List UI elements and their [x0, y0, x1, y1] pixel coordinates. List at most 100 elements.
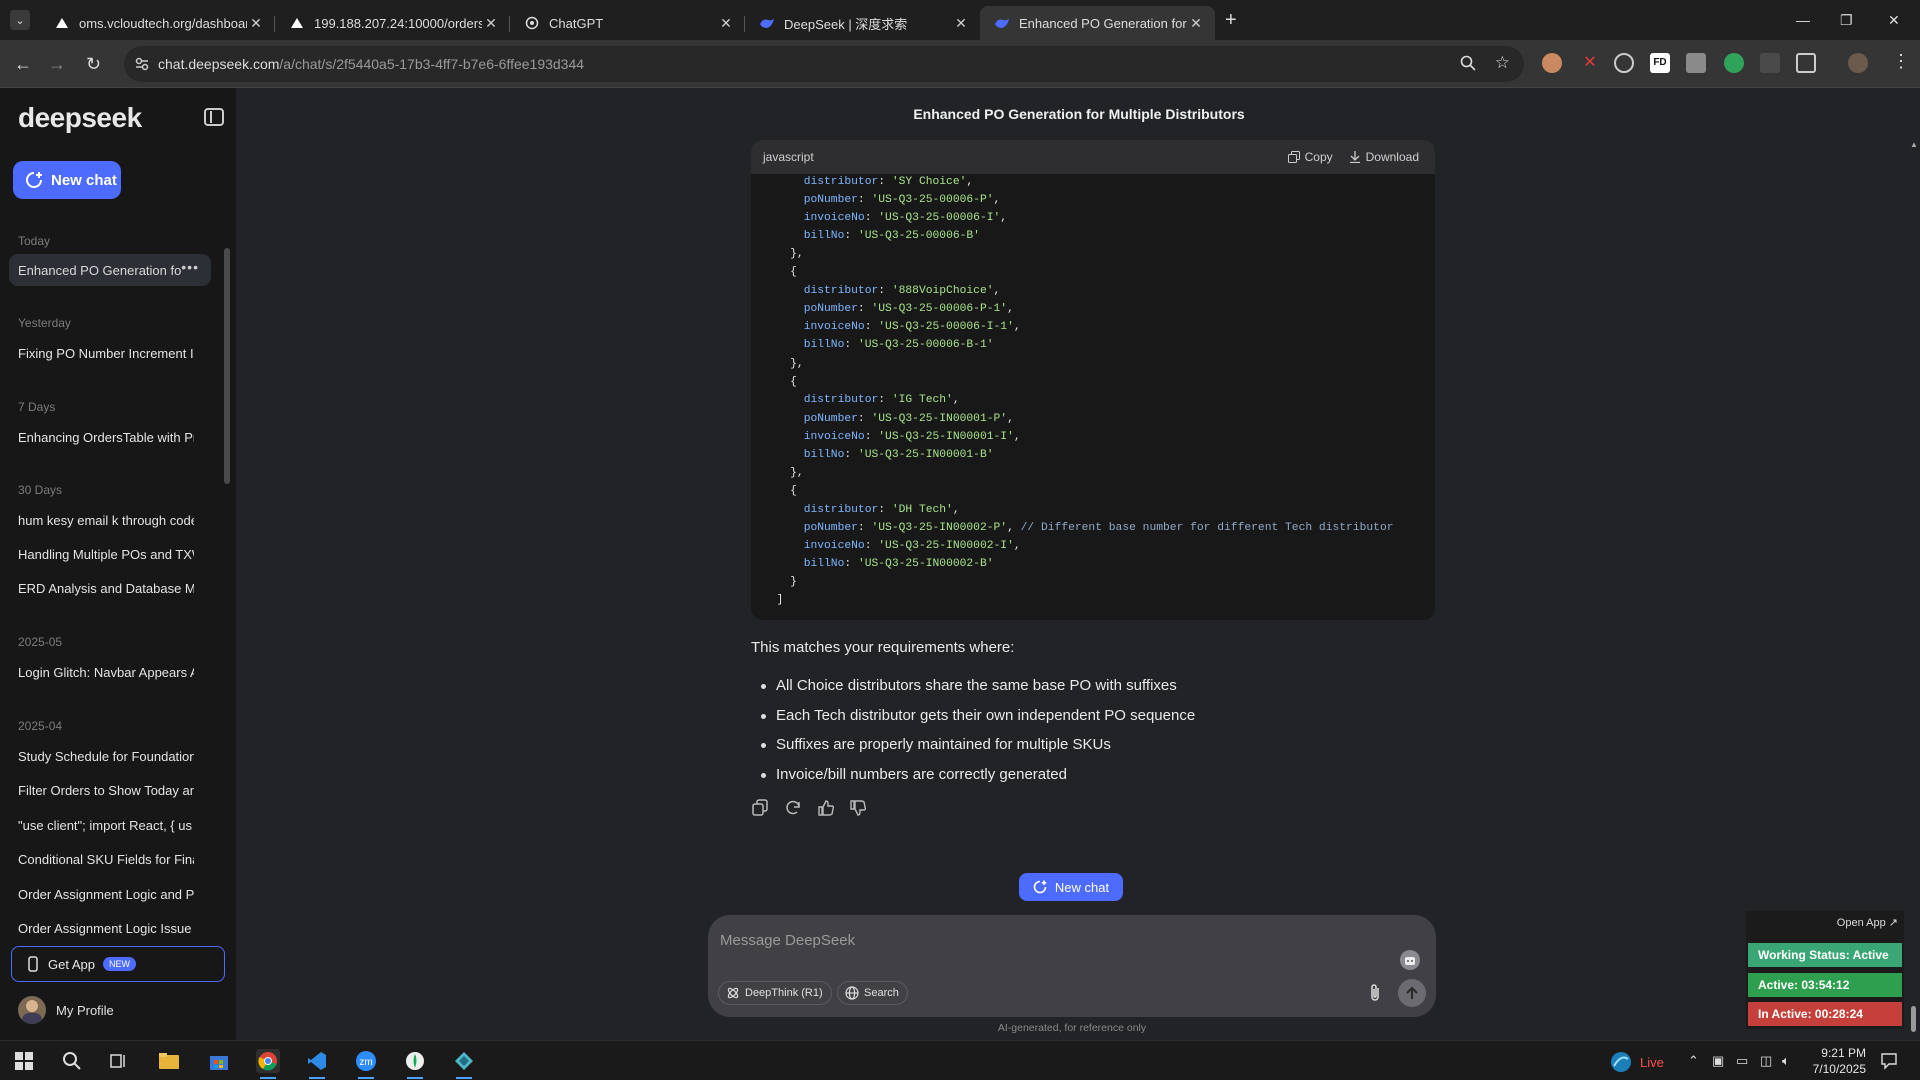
robot-icon[interactable]	[1400, 950, 1420, 970]
notification-center-icon[interactable]	[1880, 1052, 1898, 1070]
history-item[interactable]: Enhancing OrdersTable with Prof	[18, 430, 194, 445]
tab-search-button[interactable]: ⌄	[10, 10, 30, 30]
code-line: },	[763, 358, 804, 370]
deepseek-whale-icon	[994, 15, 1010, 31]
green-extension-icon[interactable]	[1724, 53, 1744, 73]
system-clock[interactable]: 9:21 PM 7/10/2025	[1802, 1045, 1866, 1077]
new-chat-floating-button[interactable]: New chat	[1019, 873, 1123, 901]
network-tray-icon[interactable]: ◫	[1760, 1053, 1772, 1069]
sidebar-scrollbar[interactable]	[224, 248, 230, 484]
browser-menu-icon[interactable]: ⋮	[1892, 51, 1910, 72]
history-item[interactable]: "use client"; import React, { us	[18, 818, 194, 833]
show-hidden-icons-icon[interactable]: ⌃	[1688, 1053, 1699, 1069]
code-line: }	[763, 576, 797, 588]
chat-scrollbar[interactable]: ▲	[1908, 140, 1918, 1040]
history-item[interactable]: hum kesy email k through code	[18, 513, 194, 528]
mongodb-compass-icon[interactable]	[403, 1049, 427, 1079]
history-item[interactable]: ERD Analysis and Database Mod	[18, 581, 194, 596]
message-input[interactable]	[720, 925, 1360, 955]
send-button[interactable]	[1398, 979, 1426, 1007]
search-icon[interactable]	[60, 1049, 84, 1073]
code-block-header: javascript Copy Download	[751, 140, 1435, 174]
restore-button[interactable]: ❐	[1840, 0, 1853, 40]
browser-tab[interactable]: DeepSeek | 深度求索 ✕	[745, 6, 980, 40]
extension-close-icon[interactable]: ✕	[1580, 53, 1600, 73]
copy-response-icon[interactable]	[751, 799, 769, 817]
chrome-icon[interactable]	[256, 1049, 280, 1079]
close-tab-icon[interactable]: ✕	[1187, 15, 1205, 32]
answer-bullet: Invoice/bill numbers are correctly gener…	[761, 766, 1067, 783]
minimize-button[interactable]: —	[1796, 0, 1810, 40]
thumbs-up-icon[interactable]	[817, 799, 835, 817]
code-line: distributor: 'IG Tech',	[803, 394, 960, 406]
new-chat-button[interactable]: New chat	[13, 161, 121, 199]
extension-icon[interactable]	[1542, 53, 1562, 73]
history-item[interactable]: Login Glitch: Navbar Appears Ab	[18, 665, 194, 680]
search-toggle[interactable]: Search	[837, 981, 908, 1005]
fd-extension-icon[interactable]: FD	[1650, 53, 1670, 73]
close-tab-icon[interactable]: ✕	[952, 15, 970, 32]
history-item[interactable]: Order Assignment Logic Issue w	[18, 921, 194, 936]
forward-arrow-icon[interactable]: →	[48, 54, 66, 75]
code-line: billNo: 'US-Q3-25-IN00002-B'	[803, 558, 994, 570]
deepthink-icon	[726, 986, 740, 1000]
live-weather-widget[interactable]: Live	[1610, 1051, 1664, 1073]
open-app-link[interactable]: Open App ↗	[1837, 916, 1898, 929]
battery-tray-icon[interactable]: ▭	[1736, 1053, 1748, 1069]
url-path: /a/chat/s/2f5440a5-17b3-4ff7-b7e6-6ffee1…	[279, 56, 585, 72]
image-extension-icon[interactable]	[1686, 53, 1706, 73]
file-explorer-icon[interactable]	[157, 1049, 181, 1073]
cast-extension-icon[interactable]	[1760, 53, 1780, 73]
close-window-button[interactable]: ✕	[1888, 0, 1900, 40]
windows-start-icon[interactable]	[12, 1049, 36, 1073]
security-tray-icon[interactable]: ▣	[1712, 1053, 1724, 1069]
volume-tray-icon[interactable]: 🔈︎	[1782, 1053, 1790, 1069]
browser-tab[interactable]: 199.188.207.24:10000/orders/6 ✕	[275, 6, 510, 40]
new-tab-button[interactable]: +	[1225, 9, 1237, 32]
thumbs-down-icon[interactable]	[849, 799, 867, 817]
zoom-app-icon[interactable]: zm	[354, 1049, 378, 1079]
live-icon	[1610, 1051, 1632, 1073]
browser-tab-active[interactable]: Enhanced PO Generation for M ✕	[980, 6, 1215, 40]
download-code-button[interactable]: Download	[1349, 150, 1419, 164]
profile-avatar[interactable]	[1848, 53, 1868, 73]
attach-file-icon[interactable]	[1368, 983, 1382, 1003]
collapse-sidebar-icon[interactable]	[204, 108, 224, 126]
history-item-active[interactable]: Enhanced PO Generation fo •••	[9, 254, 211, 286]
bookmark-star-icon[interactable]: ☆	[1495, 53, 1510, 73]
app-diamond-icon[interactable]	[452, 1049, 476, 1079]
microsoft-store-icon[interactable]	[207, 1049, 231, 1073]
close-tab-icon[interactable]: ✕	[717, 15, 735, 32]
deepseek-logo: deepseek	[18, 102, 142, 133]
browser-tab[interactable]: ChatGPT ✕	[510, 6, 745, 40]
extensions-puzzle-icon[interactable]	[1796, 53, 1816, 73]
code-line: },	[763, 467, 804, 479]
get-app-button[interactable]: Get App NEW	[11, 946, 225, 982]
close-tab-icon[interactable]: ✕	[482, 15, 500, 32]
browser-tab[interactable]: oms.vcloudtech.org/dashboard ✕	[40, 6, 275, 40]
site-info-icon[interactable]	[134, 56, 150, 72]
history-item[interactable]: Order Assignment Logic and Pri	[18, 887, 194, 902]
more-options-icon[interactable]: •••	[181, 259, 199, 275]
my-profile-button[interactable]: My Profile	[18, 996, 114, 1024]
code-line: distributor: '888VoipChoice',	[803, 285, 1001, 297]
zoom-icon[interactable]	[1460, 55, 1476, 71]
history-item[interactable]: Fixing PO Number Increment Iss	[18, 346, 194, 361]
deepthink-toggle[interactable]: DeepThink (R1)	[718, 981, 832, 1005]
history-item[interactable]: Handling Multiple POs and TXW	[18, 547, 194, 562]
history-item[interactable]: Filter Orders to Show Today and	[18, 783, 194, 798]
history-item[interactable]: Study Schedule for Foundation U	[18, 749, 194, 764]
regenerate-icon[interactable]	[784, 799, 802, 817]
globe-extension-icon[interactable]	[1614, 53, 1634, 73]
tab-title: 199.188.207.24:10000/orders/6	[314, 15, 482, 31]
task-view-icon[interactable]	[107, 1049, 131, 1073]
windows-taskbar: zm Live ⌃ ▣ ▭ ◫ 🔈︎ 9:21 PM 7/10/2025	[0, 1040, 1920, 1080]
address-bar[interactable]: chat.deepseek.com/a/chat/s/2f5440a5-17b3…	[124, 46, 1524, 82]
history-item[interactable]: Conditional SKU Fields for Finan	[18, 852, 194, 867]
close-tab-icon[interactable]: ✕	[247, 15, 265, 32]
vscode-icon[interactable]	[305, 1049, 329, 1079]
svg-text:zm: zm	[359, 1057, 372, 1068]
back-arrow-icon[interactable]: ←	[14, 54, 32, 75]
copy-code-button[interactable]: Copy	[1287, 150, 1333, 164]
reload-icon[interactable]: ↻	[86, 54, 101, 75]
